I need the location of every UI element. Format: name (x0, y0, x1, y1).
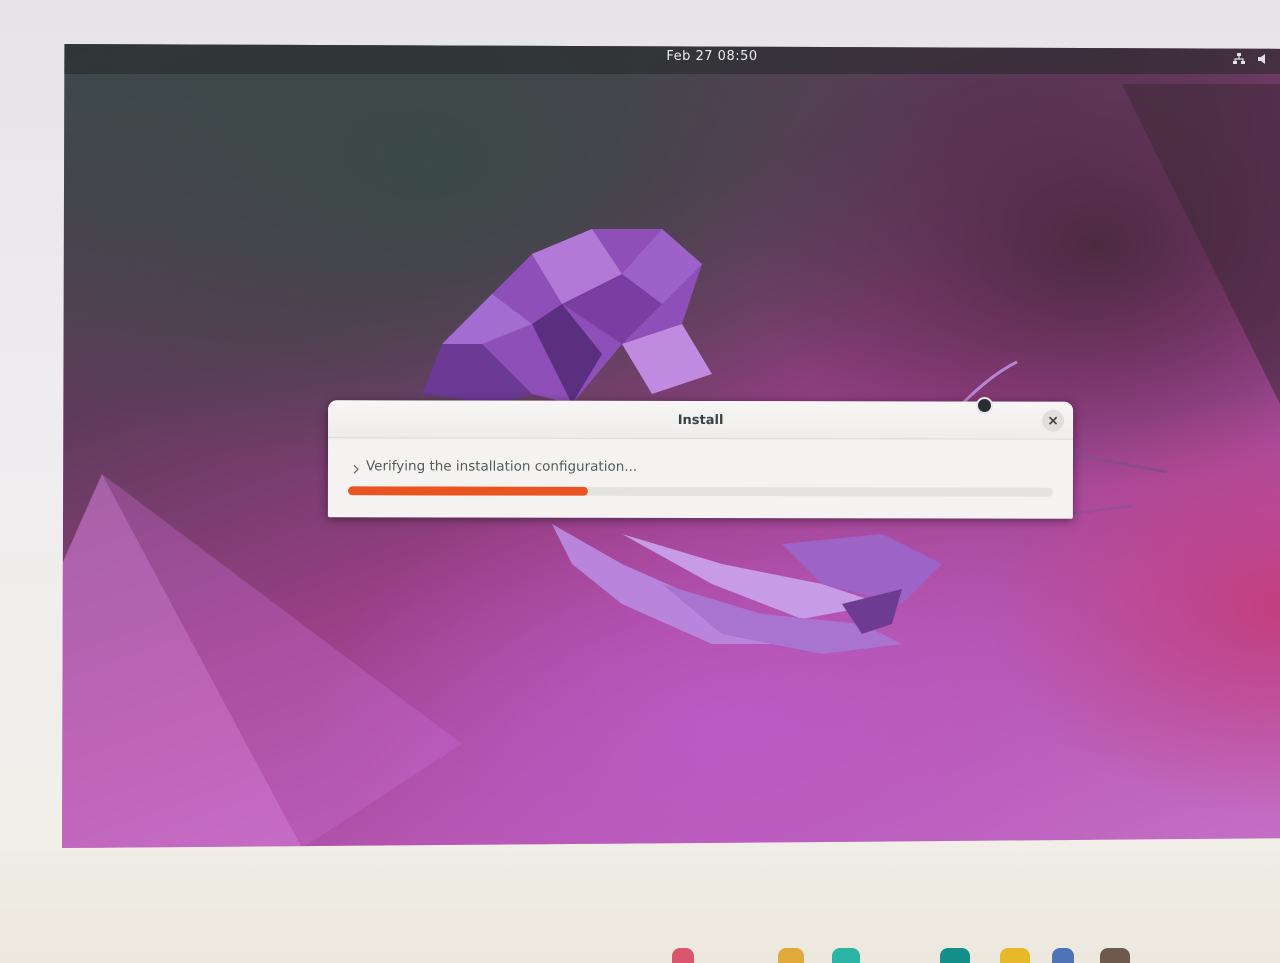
desk-object (778, 948, 804, 963)
network-icon[interactable] (1232, 52, 1246, 66)
chevron-right-icon[interactable] (352, 464, 360, 474)
volume-icon[interactable] (1256, 52, 1270, 66)
status-text: Verifying the installation configuration… (365, 458, 638, 475)
desk-object (940, 948, 970, 963)
desk-object (832, 948, 860, 963)
close-button[interactable] (1042, 409, 1065, 432)
desk-object (1100, 948, 1130, 963)
desk-object (1052, 948, 1074, 963)
mouse-cursor (976, 397, 993, 414)
desk-object (1000, 948, 1030, 963)
status-row[interactable]: Verifying the installation configuration… (352, 458, 637, 475)
dialog-header: Install (328, 400, 1074, 440)
close-icon (1049, 416, 1058, 425)
top-bar: Feb 27 08:50 (62, 44, 1280, 74)
install-dialog: Install Verifying the installation confi… (327, 400, 1074, 519)
system-tray[interactable] (1232, 52, 1270, 66)
progress-bar (347, 486, 1053, 497)
clock[interactable]: Feb 27 08:50 (652, 49, 772, 64)
dialog-title: Install (677, 412, 724, 429)
photo-bottom-edge (0, 940, 1280, 963)
progress-fill (347, 486, 588, 496)
desk-object (672, 948, 694, 963)
